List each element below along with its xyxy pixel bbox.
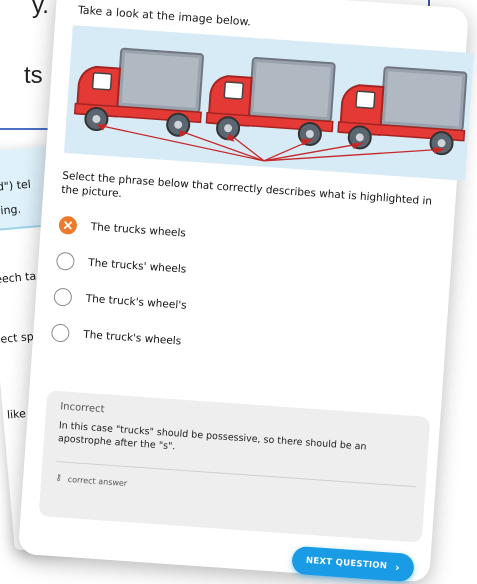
background-divider [0,128,50,130]
question-prompt: Take a look at the image below. [77,3,252,29]
question-instruction: Select the phrase below that correctly d… [60,169,433,208]
answer-option-4[interactable]: The truck's wheels [50,320,182,353]
truck-2 [205,56,336,146]
answer-option-3[interactable]: The truck's wheel's [53,285,187,318]
trucks-image [73,47,468,162]
feedback-panel: Incorrect In this case "trucks" should b… [38,390,431,543]
radio-button[interactable] [55,251,76,271]
next-question-label: NEXT QUESTION [305,555,388,572]
correct-answer-link[interactable]: ⚷ correct answer [55,473,128,488]
x-mark-icon [63,221,73,230]
feedback-explanation: In this case "trucks" should be possessi… [57,420,367,453]
radio-button[interactable] [50,323,70,343]
correct-answer-label: correct answer [67,474,128,488]
truck-3 [337,66,468,156]
answer-option-label: The trucks' wheels [87,256,187,276]
background-text-mid: ts [24,62,43,89]
radio-button[interactable] [53,287,73,307]
truck-1 [73,47,204,137]
chevron-right-icon: › [394,560,401,574]
radio-selected-x-icon[interactable] [58,215,78,235]
next-question-button[interactable]: NEXT QUESTION › [291,545,415,583]
answer-option-label: The trucks wheels [90,220,187,240]
truck-illustration [63,25,474,181]
background-text-top: y. [32,0,49,19]
feedback-title: Incorrect [59,401,105,416]
answer-option-label: The truck's wheels [82,328,182,348]
quiz-card: Take a look at the image below. Select t… [17,0,474,583]
key-icon: ⚷ [54,473,63,484]
answer-option-1[interactable]: The trucks wheels [58,213,187,246]
answer-option-2[interactable]: The trucks' wheels [55,249,187,282]
background-snippet: eech ta [0,269,37,287]
answer-option-label: The truck's wheel's [85,292,187,312]
